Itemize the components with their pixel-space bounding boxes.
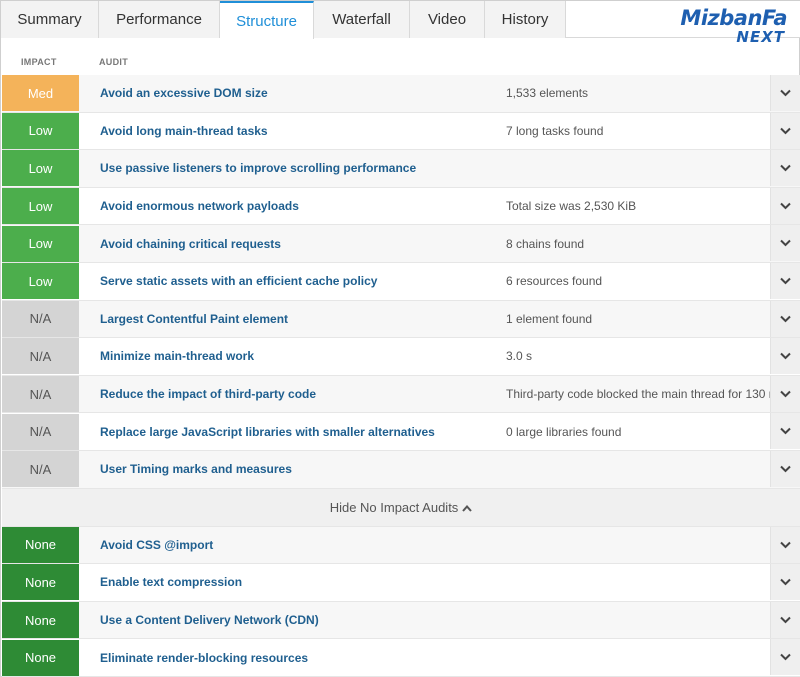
chevron-down-icon[interactable] <box>770 601 800 638</box>
impact-badge: Med <box>2 75 79 112</box>
tab-summary[interactable]: Summary <box>1 1 99 38</box>
chevron-down-icon[interactable] <box>770 225 800 262</box>
chevron-up-icon <box>458 500 473 515</box>
impact-badge: N/A <box>2 376 79 413</box>
hide-no-impact-toggle[interactable]: Hide No Impact Audits <box>2 488 800 527</box>
audit-title[interactable]: Avoid long main-thread tasks <box>100 124 268 138</box>
chevron-down-icon[interactable] <box>770 450 800 487</box>
audit-result: Third-party code blocked the main thread… <box>506 387 785 402</box>
audit-title[interactable]: Minimize main-thread work <box>100 349 254 363</box>
audit-title[interactable]: Enable text compression <box>100 575 242 589</box>
audit-result: 7 long tasks found <box>506 123 604 138</box>
audit-row[interactable]: Low Serve static assets with an efficient… <box>2 262 800 301</box>
audit-row[interactable]: Low Use passive listeners to improve scro… <box>2 150 800 188</box>
audit-row[interactable]: None Eliminate render-blocking resources <box>2 639 800 677</box>
brand-logo: MizbanFa NEXT <box>657 7 787 51</box>
column-header-audit: AUDIT <box>99 57 128 67</box>
audit-title[interactable]: Use passive listeners to improve scrolli… <box>100 161 416 175</box>
audit-result: Total size was 2,530 KiB <box>506 199 637 214</box>
audit-title[interactable]: Avoid chaining critical requests <box>100 237 281 251</box>
audit-row[interactable]: Low Avoid enormous network payloads Total … <box>2 187 800 226</box>
impact-badge: Low <box>2 188 79 225</box>
logo-wordmark: MizbanFa <box>680 6 787 30</box>
tab-performance[interactable]: Performance <box>99 1 220 38</box>
chevron-down-icon[interactable] <box>770 300 800 337</box>
audit-title[interactable]: Avoid CSS @import <box>100 538 213 552</box>
audit-title[interactable]: Serve static assets with an efficient ca… <box>100 274 377 288</box>
chevron-down-icon[interactable] <box>770 413 800 450</box>
audit-title[interactable]: Avoid enormous network payloads <box>100 199 299 213</box>
audit-result: 0 large libraries found <box>506 424 622 439</box>
tab-structure[interactable]: Structure <box>220 1 314 39</box>
audit-title[interactable]: Largest Contentful Paint element <box>100 312 288 326</box>
audit-row[interactable]: None Avoid CSS @import <box>2 526 800 565</box>
impact-badge: None <box>2 526 79 563</box>
audit-row[interactable]: N/A Replace large JavaScript libraries wi… <box>2 413 800 451</box>
tab-video[interactable]: Video <box>410 1 485 38</box>
impact-badge: N/A <box>2 300 79 337</box>
audit-row[interactable]: N/A Largest Contentful Paint element 1 ele… <box>2 300 800 339</box>
chevron-down-icon[interactable] <box>770 338 800 375</box>
chevron-down-icon[interactable] <box>770 75 800 111</box>
impact-badge: N/A <box>2 413 79 450</box>
chevron-down-icon[interactable] <box>770 639 800 676</box>
chevron-down-icon[interactable] <box>770 564 800 601</box>
impact-badge: None <box>2 639 79 676</box>
audit-title[interactable]: Eliminate render-blocking resources <box>100 651 308 665</box>
impact-badge: N/A <box>2 451 79 488</box>
impact-badge: None <box>2 602 79 639</box>
audit-row[interactable]: Low Avoid long main-thread tasks 7 long ta… <box>2 112 800 151</box>
chevron-down-icon[interactable] <box>770 526 800 563</box>
audit-row[interactable]: N/A Minimize main-thread work 3.0 s <box>2 338 800 376</box>
audit-result: 6 resources found <box>506 274 603 289</box>
audit-result: 1,533 elements <box>506 86 589 101</box>
impact-badge: N/A <box>2 338 79 375</box>
tab-waterfall[interactable]: Waterfall <box>314 1 410 38</box>
chevron-down-icon[interactable] <box>770 112 800 149</box>
audit-row[interactable]: N/A Reduce the impact of third-party code… <box>2 375 800 414</box>
chevron-down-icon[interactable] <box>770 150 800 187</box>
audit-title[interactable]: Replace large JavaScript libraries with … <box>100 425 435 439</box>
audit-title[interactable]: User Timing marks and measures <box>100 462 292 476</box>
hide-no-impact-label: Hide No Impact Audits <box>329 499 459 515</box>
chevron-down-icon[interactable] <box>770 262 800 299</box>
impact-badge: Low <box>2 225 79 262</box>
logo-subtitle: NEXT <box>736 28 785 46</box>
audit-result: 3.0 s <box>506 349 533 364</box>
audit-title[interactable]: Use a Content Delivery Network (CDN) <box>100 613 319 627</box>
audit-row[interactable]: None Use a Content Delivery Network (CDN) <box>2 601 800 640</box>
impact-badge: Low <box>2 150 79 187</box>
audit-row[interactable]: Low Avoid chaining critical requests 8 cha… <box>2 225 800 263</box>
audit-result: 1 element found <box>506 311 593 326</box>
chevron-down-icon[interactable] <box>770 187 800 224</box>
audit-title[interactable]: Reduce the impact of third-party code <box>100 387 316 401</box>
audit-result: 8 chains found <box>506 236 585 251</box>
audit-row[interactable]: Med Avoid an excessive DOM size 1,533 elem… <box>2 75 800 113</box>
column-header-impact: IMPACT <box>21 57 57 67</box>
audit-list: Med Avoid an excessive DOM size 1,533 elem… <box>2 75 800 677</box>
audit-row[interactable]: None Enable text compression <box>2 564 800 602</box>
impact-badge: Low <box>2 112 79 149</box>
audit-row[interactable]: N/A User Timing marks and measures <box>2 450 800 489</box>
audit-title[interactable]: Avoid an excessive DOM size <box>100 86 268 100</box>
tab-history[interactable]: History <box>485 1 566 38</box>
impact-badge: None <box>2 564 79 601</box>
chevron-down-icon[interactable] <box>770 375 800 412</box>
impact-badge: Low <box>2 263 79 300</box>
